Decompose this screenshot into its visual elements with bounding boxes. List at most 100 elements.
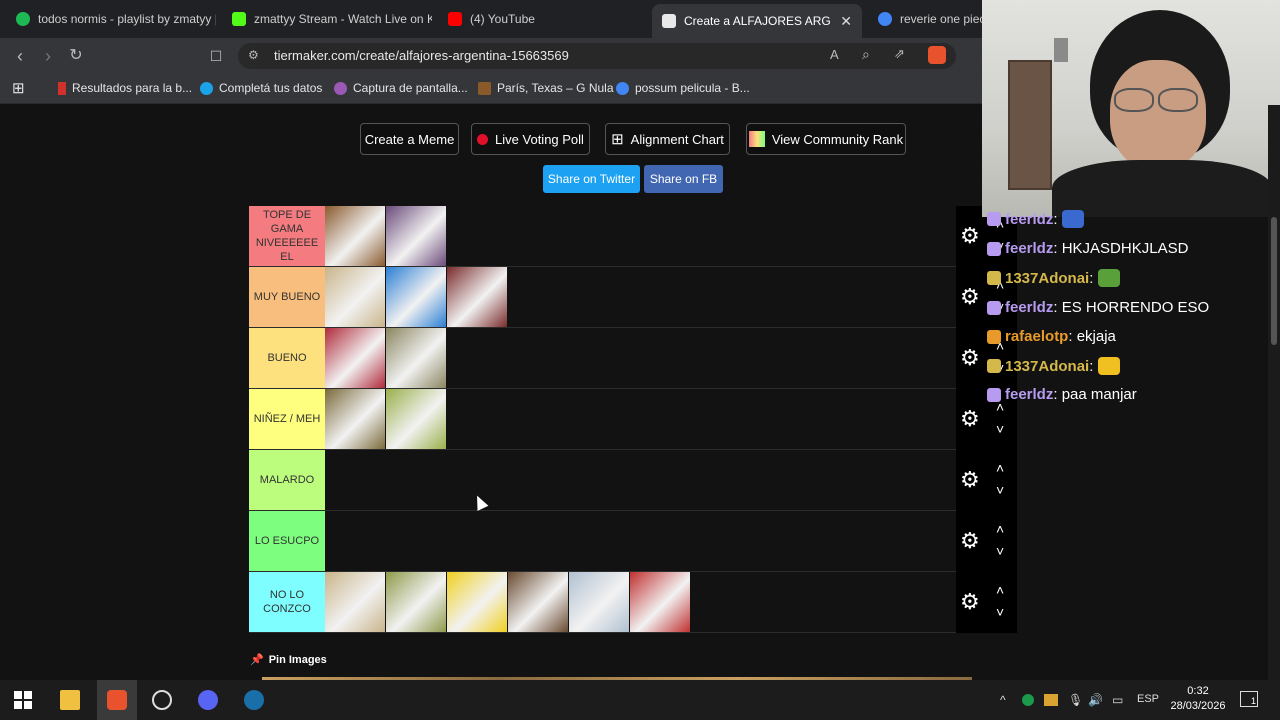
bookmarks-bar: ⊞ Resultados para la b... Completá tus d…	[0, 74, 985, 104]
gear-icon[interactable]: ⚙	[960, 347, 980, 369]
move-up-icon[interactable]: ˄	[996, 461, 1004, 475]
close-icon[interactable]: ✕	[840, 13, 852, 30]
alfajor-image[interactable]	[386, 267, 446, 327]
volume-icon[interactable]: 🔊	[1088, 693, 1103, 707]
move-down-icon[interactable]: ˅	[996, 605, 1004, 619]
webcam-face	[1110, 60, 1206, 170]
discord-icon[interactable]	[198, 690, 218, 710]
chat-message: 1337Adonai:	[987, 269, 1120, 287]
tray-chevron-icon[interactable]: ^	[1000, 693, 1006, 707]
pin-icon: 📌	[250, 654, 264, 666]
tier-row: LO ESUCPO ⚙ ˄ ˅	[249, 511, 1017, 572]
share-facebook-button[interactable]: Share on FB	[644, 165, 723, 193]
view-community-rank-button[interactable]: View Community Rank	[746, 123, 906, 155]
tray-app-icon[interactable]	[1022, 694, 1034, 706]
chat-separator: :	[1053, 299, 1062, 316]
tab-bar: todos normis - playlist by zmatyy | zmat…	[0, 0, 985, 38]
notifications-icon[interactable]: 1	[1240, 691, 1258, 707]
tier-row: BUENO⚙˄˅	[249, 328, 1017, 389]
move-down-icon[interactable]: ˅	[996, 483, 1004, 497]
gear-icon[interactable]: ⚙	[960, 591, 980, 613]
windows-start-icon[interactable]	[13, 690, 33, 710]
tab-youtube[interactable]: (4) YouTube	[438, 4, 648, 34]
gear-icon[interactable]: ⚙	[960, 530, 980, 552]
alfajor-image[interactable]	[325, 267, 385, 327]
tab-spotify[interactable]: todos normis - playlist by zmatyy |	[6, 4, 216, 34]
tier-label[interactable]: BUENO	[249, 328, 325, 388]
alfajor-image[interactable]	[508, 572, 568, 632]
obs-icon[interactable]	[152, 690, 172, 710]
gear-icon[interactable]: ⚙	[960, 225, 980, 247]
alfajor-image[interactable]	[325, 389, 385, 449]
gear-icon[interactable]: ⚙	[960, 286, 980, 308]
brave-browser-icon[interactable]	[107, 690, 127, 710]
alfajor-image[interactable]	[569, 572, 629, 632]
alfajor-image[interactable]	[325, 328, 385, 388]
alfajor-image[interactable]	[386, 572, 446, 632]
move-down-icon[interactable]: ˅	[996, 544, 1004, 558]
alfajor-image[interactable]	[325, 572, 385, 632]
tab-kick[interactable]: zmattyy Stream - Watch Live on K	[222, 4, 432, 34]
bookmark-item[interactable]: París, Texas – G Nula	[478, 81, 614, 95]
address-bar[interactable]: ⚙ tiermaker.com/create/alfajores-argenti…	[238, 43, 956, 69]
back-icon[interactable]: ‹	[10, 46, 30, 66]
forward-icon[interactable]: ›	[38, 46, 58, 66]
scrollbar-thumb[interactable]	[1271, 217, 1277, 345]
apps-grid-icon[interactable]: ⊞	[12, 79, 25, 97]
tier-items	[325, 572, 691, 632]
language-indicator[interactable]: ESP	[1137, 693, 1159, 705]
zoom-icon[interactable]: ⌕	[862, 46, 870, 63]
reload-icon[interactable]: ↻	[66, 46, 86, 66]
bookmark-item[interactable]: Resultados para la b...	[58, 81, 192, 95]
tier-controls: ⚙ ˄ ˅	[956, 572, 1017, 633]
steam-icon[interactable]	[244, 690, 264, 710]
gear-icon[interactable]: ⚙	[960, 469, 980, 491]
alfajor-image[interactable]	[386, 206, 446, 266]
tray-app-icon[interactable]	[1044, 694, 1058, 706]
chat-separator: :	[1053, 386, 1062, 403]
file-explorer-icon[interactable]	[60, 690, 80, 710]
create-meme-button[interactable]: Create a Meme	[360, 123, 459, 155]
brave-shield-icon[interactable]	[928, 46, 946, 64]
tier-label[interactable]: NO LO CONZCO	[249, 572, 325, 632]
bookmark-item[interactable]: possum pelicula - B...	[616, 81, 750, 95]
bookmark-item[interactable]: Captura de pantalla...	[334, 81, 468, 95]
tier-label[interactable]: TOPE DE GAMA NIVEEEEEE EL	[249, 206, 325, 266]
tier-label[interactable]: MALARDO	[249, 450, 325, 510]
page-scrollbar[interactable]	[1268, 105, 1280, 680]
tab-google[interactable]: reverie one piec	[868, 4, 985, 34]
site-info-icon[interactable]: ⚙	[248, 48, 259, 62]
tier-label[interactable]: LO ESUCPO	[249, 511, 325, 571]
chat-message: feerldz: ES HORRENDO ESO	[987, 299, 1209, 316]
kick-icon	[232, 12, 246, 26]
live-voting-poll-button[interactable]: Live Voting Poll	[471, 123, 590, 155]
gear-icon[interactable]: ⚙	[960, 408, 980, 430]
alfajor-image[interactable]	[386, 328, 446, 388]
share-twitter-button[interactable]: Share on Twitter	[543, 165, 640, 193]
bookmark-icon[interactable]: ☐	[206, 46, 226, 66]
tab-tiermaker[interactable]: Create a ALFAJORES ARGENTI ✕	[652, 4, 862, 38]
tier-items	[325, 267, 508, 327]
alfajor-image[interactable]	[447, 267, 507, 327]
tier-label[interactable]: MUY BUENO	[249, 267, 325, 327]
pin-images-toggle[interactable]: 📌 Pin Images	[250, 653, 327, 667]
tier-items	[325, 389, 447, 449]
tier-label[interactable]: NIÑEZ / MEH	[249, 389, 325, 449]
chat-message: feerldz:	[987, 210, 1084, 228]
microphone-icon[interactable]: 🎙	[1068, 693, 1083, 707]
bookmark-item[interactable]: Completá tus datos	[200, 81, 322, 95]
network-icon[interactable]: ▭	[1112, 693, 1123, 707]
alfajor-image[interactable]	[447, 572, 507, 632]
translate-icon[interactable]: A	[830, 47, 839, 62]
alfajor-image[interactable]	[386, 389, 446, 449]
alfajor-image[interactable]	[630, 572, 690, 632]
chat-message: feerldz: HKJASDHKJLASD	[987, 240, 1188, 257]
alfajor-image[interactable]	[325, 206, 385, 266]
chat-username: feerldz	[1005, 386, 1054, 403]
clock[interactable]: 0:32 28/03/2026	[1168, 685, 1228, 712]
move-up-icon[interactable]: ˄	[996, 583, 1004, 597]
alignment-chart-button[interactable]: ⊞ Alignment Chart	[605, 123, 730, 155]
move-up-icon[interactable]: ˄	[996, 522, 1004, 536]
share-icon[interactable]: ⇗	[894, 46, 905, 62]
move-down-icon[interactable]: ˅	[996, 422, 1004, 436]
